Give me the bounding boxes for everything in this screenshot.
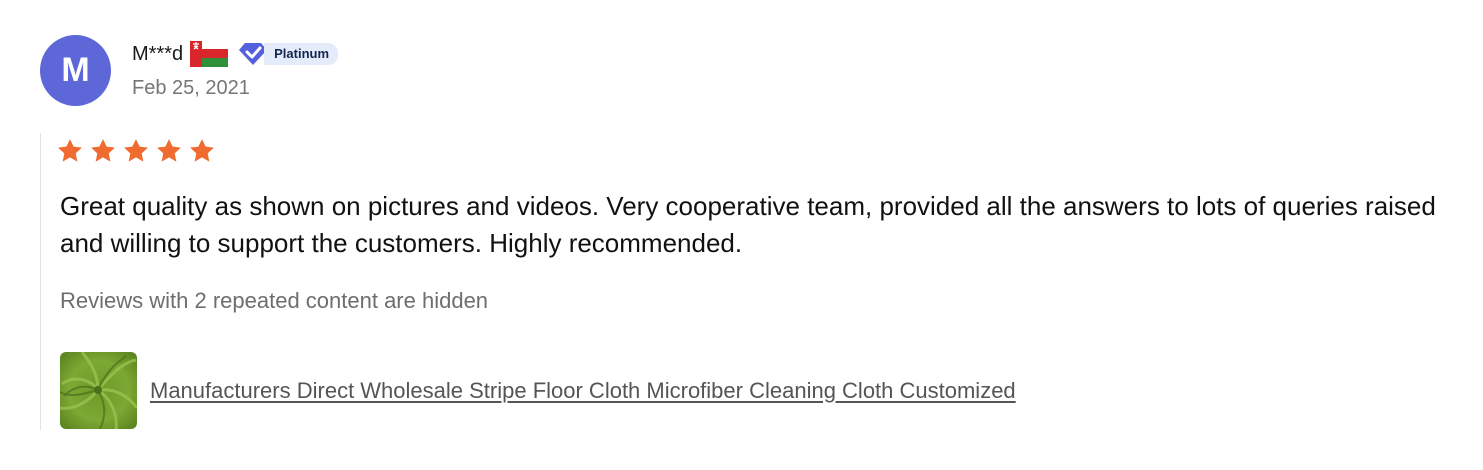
product-thumbnail[interactable] — [60, 352, 137, 429]
star-icon — [124, 139, 148, 162]
review-card: M M***d Platinum Feb 25, 2021 Great qual… — [0, 0, 1483, 470]
star-rating — [56, 137, 221, 165]
content-divider — [40, 133, 41, 430]
avatar-initial: M — [61, 51, 90, 89]
star-icon — [58, 139, 82, 162]
star-icon — [91, 139, 115, 162]
platinum-badge: Platinum — [236, 41, 339, 67]
avatar: M — [40, 35, 111, 106]
review-date: Feb 25, 2021 — [132, 77, 250, 99]
product-row: Manufacturers Direct Wholesale Stripe Fl… — [60, 352, 1016, 429]
reviewer-header: M***d Platinum — [132, 40, 339, 68]
oman-flag-icon — [190, 41, 229, 67]
star-icon — [157, 139, 181, 162]
product-title-link[interactable]: Manufacturers Direct Wholesale Stripe Fl… — [150, 378, 1016, 404]
badge-label: Platinum — [264, 43, 339, 65]
reviewer-name: M***d — [132, 42, 184, 65]
review-text: Great quality as shown on pictures and v… — [60, 191, 1436, 258]
star-icon — [190, 139, 214, 162]
hidden-reviews-note: Reviews with 2 repeated content are hidd… — [60, 288, 489, 313]
